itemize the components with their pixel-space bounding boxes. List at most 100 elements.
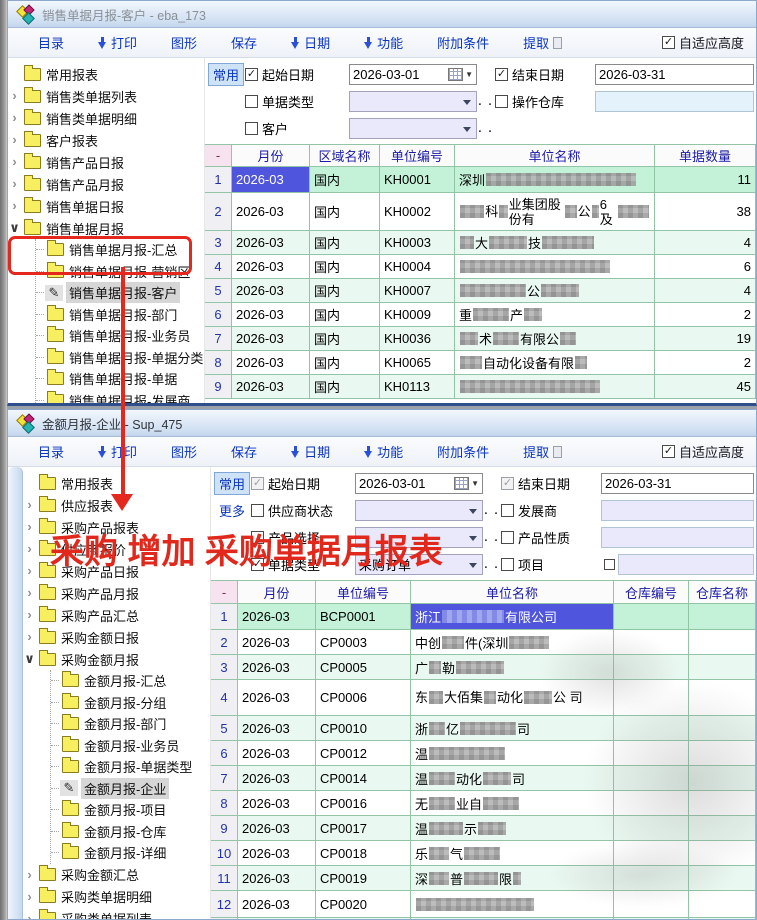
table-row[interactable]: 112026-03CP0019深普限 (211, 866, 756, 891)
filter-check-供应商状态[interactable]: 供应商状态 (251, 501, 355, 520)
table-cell[interactable] (689, 716, 756, 740)
table-cell[interactable]: KH0007 (380, 279, 455, 302)
toolbar-item-日期[interactable]: 日期 (291, 442, 330, 461)
table-row[interactable]: 122026-03CP0020 (211, 891, 756, 918)
tree-item-销售单据月报-单据分类[interactable]: 销售单据月报-单据分类 (36, 347, 204, 369)
filter-value-field[interactable] (601, 500, 754, 521)
checkbox-供应商状态[interactable] (251, 504, 264, 517)
chevron-right-icon[interactable]: › (8, 91, 21, 101)
table-row[interactable]: 92026-03国内KH011345 (205, 375, 756, 399)
table-cell[interactable]: 5 (205, 279, 232, 302)
table-cell[interactable]: 4 (655, 231, 756, 254)
common-tab-button[interactable]: 常用 (208, 63, 244, 86)
chevron-right-icon[interactable]: › (8, 201, 21, 211)
tree-item-销售单据月报-客户[interactable]: ✎销售单据月报-客户 (36, 282, 204, 304)
table-cell[interactable] (614, 716, 689, 740)
table-cell[interactable] (614, 816, 689, 840)
cell-unit-name[interactable]: 浙亿司 (411, 716, 614, 740)
chevron-right-icon[interactable]: › (23, 632, 36, 642)
cell-unit-name[interactable]: 公 (455, 279, 655, 302)
column-header-单据数量[interactable]: 单据数量 (655, 145, 756, 166)
tree-item-采购类单据列表[interactable]: ›采购类单据列表 (23, 908, 210, 920)
table-cell[interactable]: 国内 (310, 231, 380, 254)
checkbox-结束日期[interactable] (495, 68, 508, 81)
table-cell[interactable] (614, 655, 689, 679)
table-cell[interactable]: CP0018 (316, 841, 411, 865)
table-row[interactable]: 12026-03BCP0001浙江有限公司 (211, 604, 756, 630)
filter-check-单据类型[interactable]: 单据类型 (251, 555, 355, 574)
table-cell[interactable]: KH0003 (380, 231, 455, 254)
tree-item-金额月报-企业[interactable]: ✎金额月报-企业 (51, 778, 210, 800)
table-cell[interactable]: CP0012 (316, 741, 411, 765)
filter-check-起始日期[interactable]: 起始日期 (245, 65, 349, 84)
table-cell[interactable]: 6 (205, 303, 232, 326)
table-row[interactable]: 52026-03CP0010浙亿司 (211, 716, 756, 741)
tree-item-金额月报-项目[interactable]: 金额月报-项目 (51, 799, 210, 821)
tree-item-销售单据月报-汇总[interactable]: 销售单据月报-汇总 (36, 239, 204, 261)
cell-unit-name[interactable]: 重产 (455, 303, 655, 326)
filter-value-field[interactable] (595, 91, 754, 112)
table-cell[interactable]: 2026-03 (238, 741, 316, 765)
table-row[interactable]: 72026-03CP0014温动化司 (211, 766, 756, 791)
checkbox-单据类型[interactable] (245, 95, 258, 108)
table-cell[interactable] (689, 604, 756, 629)
cell-unit-name[interactable]: 无业自 (411, 791, 614, 815)
table-cell[interactable]: CP0010 (316, 716, 411, 740)
table-row[interactable]: 52026-03国内KH0007公4 (205, 279, 756, 303)
filter-check-起始日期[interactable]: 起始日期 (251, 474, 355, 493)
table-cell[interactable] (689, 741, 756, 765)
checkbox-产品选择[interactable] (251, 531, 264, 544)
checkbox-产品性质[interactable] (501, 531, 514, 544)
table-cell[interactable]: CP0016 (316, 791, 411, 815)
toolbar-item-附加条件[interactable]: 附加条件 (437, 33, 489, 52)
filter-check-产品选择[interactable]: 产品选择 (251, 528, 355, 547)
cell-unit-name[interactable]: 东大佰集动化公 司 (411, 680, 614, 715)
column-header-月份[interactable]: 月份 (232, 145, 310, 166)
table-row[interactable]: 82026-03国内KH0065自动化设备有限2 (205, 351, 756, 375)
cell-unit-name[interactable]: 温 (411, 741, 614, 765)
table-cell[interactable]: KH0001 (380, 167, 455, 192)
dropdown-input[interactable] (349, 91, 477, 112)
table-cell[interactable]: 7 (205, 327, 232, 350)
chevron-right-icon[interactable]: › (23, 870, 36, 880)
tree-item-客户报表[interactable]: ›客户报表 (8, 129, 204, 151)
table-cell[interactable]: 2026-03 (238, 716, 316, 740)
tree-item-销售单据月报-部门[interactable]: 销售单据月报-部门 (36, 304, 204, 326)
filter-check-结束日期[interactable]: 结束日期 (495, 65, 595, 84)
toolbar-item-提取[interactable]: 提取 (523, 442, 562, 461)
autofit-checkbox[interactable] (662, 36, 675, 49)
chevron-down-icon[interactable]: ∨ (8, 223, 21, 233)
table-cell[interactable]: 9 (205, 375, 232, 398)
table-cell[interactable]: 3 (211, 655, 238, 679)
table-cell[interactable]: 4 (655, 279, 756, 302)
table-cell[interactable]: 2026-03 (238, 816, 316, 840)
cell-unit-name[interactable]: 广勒 (411, 655, 614, 679)
cell-unit-name[interactable] (455, 375, 655, 398)
filter-value-field[interactable] (601, 527, 754, 548)
date-input[interactable]: 2026-03-31 (601, 473, 754, 494)
tree-item-金额月报-详细[interactable]: 金额月报-详细 (51, 842, 210, 864)
table-cell[interactable]: 国内 (310, 303, 380, 326)
table-cell[interactable]: 国内 (310, 279, 380, 302)
table-cell[interactable] (689, 630, 756, 654)
tree-item-销售类单据列表[interactable]: ›销售类单据列表 (8, 85, 204, 107)
cell-unit-name[interactable]: 深圳 (455, 167, 655, 192)
cell-unit-name[interactable]: 乐气 (411, 841, 614, 865)
cell-unit-name[interactable]: 深普限 (411, 866, 614, 890)
table-cell[interactable]: 2 (211, 630, 238, 654)
checkbox-操作仓库[interactable] (495, 95, 508, 108)
table-row[interactable]: 12026-03国内KH0001深圳11 (205, 167, 756, 193)
checkbox-单据类型[interactable] (251, 558, 264, 571)
cell-unit-name[interactable] (411, 918, 614, 919)
date-input[interactable]: 2026-03-01▼ (349, 64, 477, 85)
table-cell[interactable]: 2026-03 (232, 167, 310, 192)
tree-item-常用报表[interactable]: 常用报表 (23, 472, 210, 494)
table-cell[interactable]: CP0014 (316, 766, 411, 790)
date-input[interactable]: 2026-03-01▼ (355, 473, 483, 494)
common-tab-button[interactable]: 常用 (214, 472, 250, 495)
cell-unit-name[interactable]: 大技 (455, 231, 655, 254)
tree-item-采购金额月报[interactable]: ∨采购金额月报 (23, 648, 210, 670)
table-cell[interactable]: 9 (211, 816, 238, 840)
checkbox-项目[interactable] (501, 558, 514, 571)
cell-unit-name[interactable]: 浙江有限公司 (411, 604, 614, 629)
